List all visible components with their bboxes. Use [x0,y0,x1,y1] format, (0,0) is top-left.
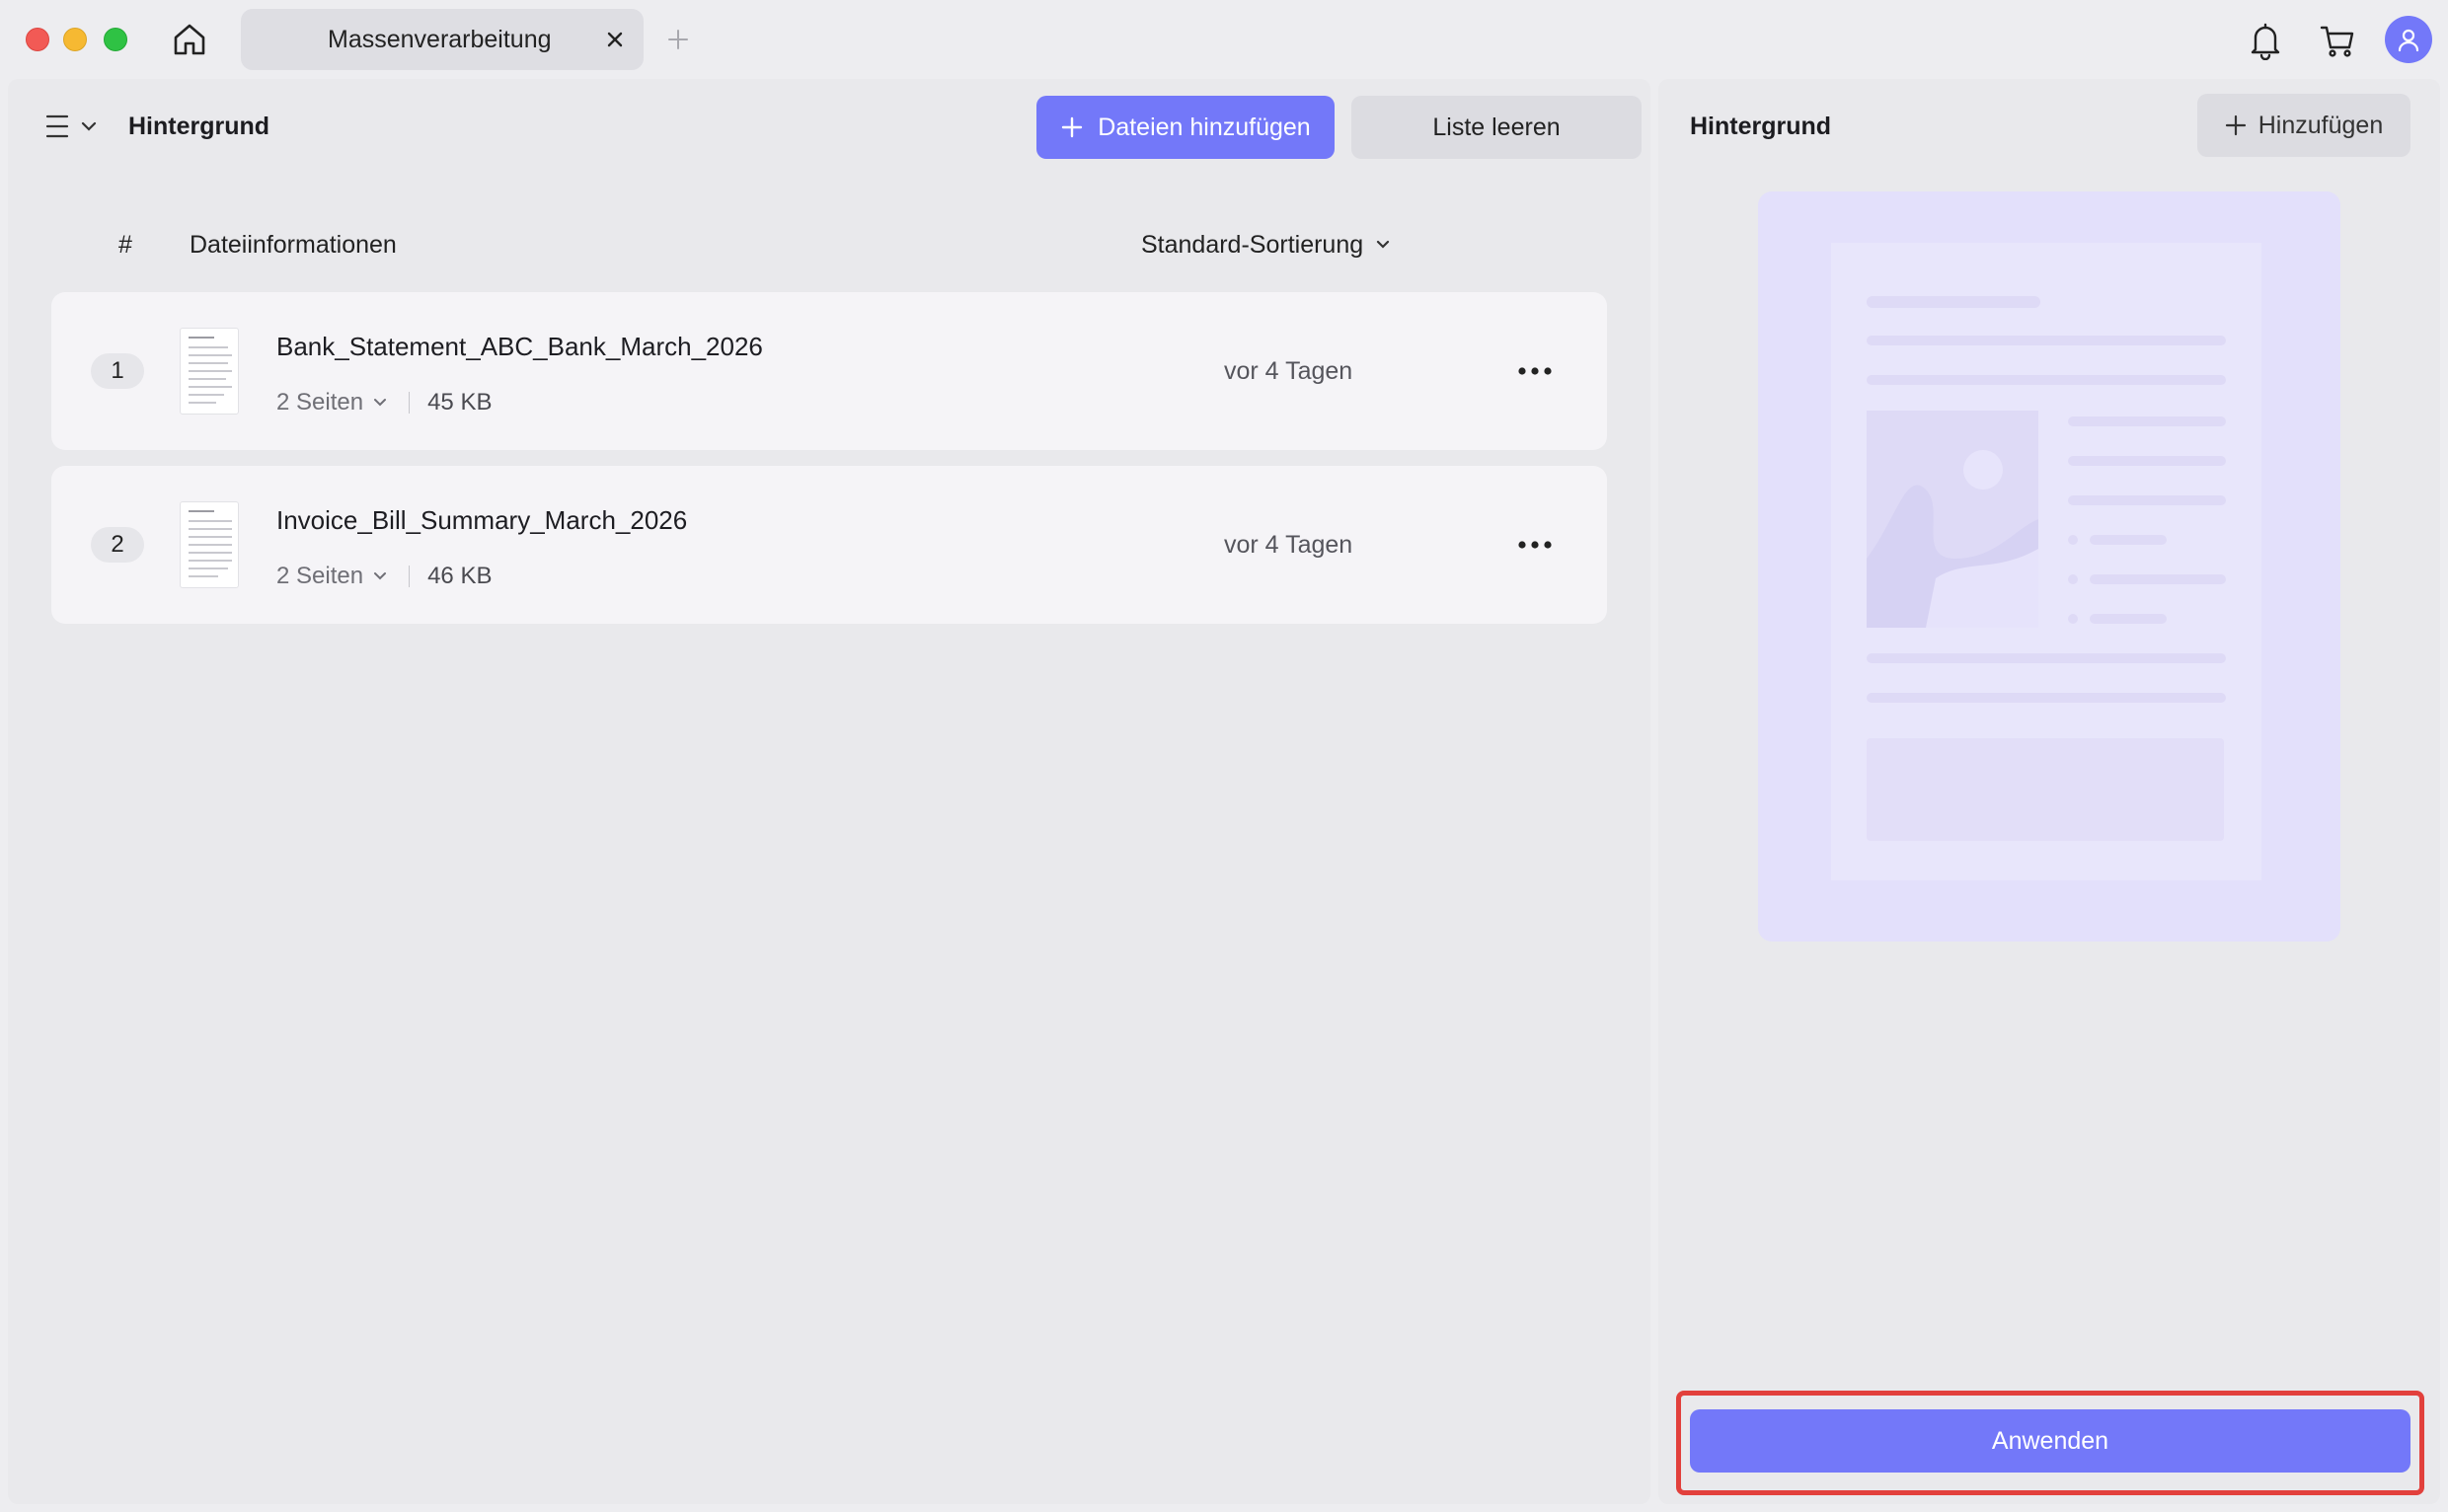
page-count-dropdown[interactable]: 2 Seiten [276,389,387,416]
background-preview [1758,191,2340,942]
sort-dropdown[interactable]: Standard-Sortierung [1141,225,1391,265]
add-files-button[interactable]: Dateien hinzufügen [1036,96,1335,159]
file-date: vor 4 Tagen [1224,531,1353,559]
plus-icon[interactable] [663,22,693,57]
window-minimize-button[interactable] [63,28,87,51]
file-size: 45 KB [427,389,493,416]
file-thumbnail [180,501,239,588]
apply-label: Anwenden [1991,1426,2109,1455]
bell-icon[interactable] [2243,18,2288,63]
file-meta: 2 Seiten 45 KB [276,387,492,418]
more-options-icon[interactable] [1510,525,1560,565]
clear-list-label: Liste leeren [1432,113,1561,141]
divider [409,392,411,414]
apply-button[interactable]: Anwenden [1690,1409,2410,1473]
background-settings-panel: Hintergrund Hinzufügen Anwenden [1658,79,2440,1504]
menu-toggle[interactable] [45,109,97,144]
add-background-label: Hinzufügen [2257,111,2384,139]
divider [409,566,411,587]
window-zoom-button[interactable] [104,28,127,51]
window-close-button[interactable] [26,28,49,51]
menu-icon [45,114,69,138]
file-date: vor 4 Tagen [1224,357,1353,385]
file-thumbnail [180,328,239,415]
image-placeholder-icon [1867,411,2038,628]
plus-icon [1062,116,1083,138]
add-background-button[interactable]: Hinzufügen [2197,94,2410,157]
file-list-panel: Hintergrund Dateien hinzufügen Liste lee… [8,79,1650,1504]
user-icon[interactable] [2385,16,2432,63]
title-bar: Massenverarbeitung [0,0,2448,79]
chevron-down-icon [1377,240,1390,249]
column-header-index: # [118,231,132,259]
plus-icon [2225,114,2246,136]
close-icon[interactable] [600,25,630,54]
list-item[interactable]: 2 Invoice_Bill_Summary_March_2026 2 Seit… [51,466,1607,624]
column-header-file-info: Dateiinformationen [190,231,397,259]
list-header: # Dateiinformationen Standard-Sortierung [8,225,1650,265]
file-size: 46 KB [427,563,493,589]
row-index-badge: 2 [91,527,144,563]
tab-batch-processing[interactable]: Massenverarbeitung [241,9,644,70]
document-placeholder [1831,243,2261,880]
sort-label: Standard-Sortierung [1141,231,1364,259]
tab-label: Massenverarbeitung [328,26,552,53]
page-title: Hintergrund [128,113,270,140]
home-icon[interactable] [168,18,211,61]
page-count: 2 Seiten [276,389,364,416]
more-options-icon[interactable] [1510,351,1560,391]
add-files-label: Dateien hinzufügen [1098,113,1311,141]
file-meta: 2 Seiten 46 KB [276,561,492,592]
page-count-dropdown[interactable]: 2 Seiten [276,563,387,590]
file-name: Bank_Statement_ABC_Bank_March_2026 [276,332,763,361]
panel-title: Hintergrund [1690,113,1832,140]
chevron-down-icon [374,572,387,580]
cart-icon[interactable] [2315,18,2360,63]
list-item[interactable]: 1 Bank_Statement_ABC_Bank_March_2026 2 S… [51,292,1607,450]
file-list-toolbar: Hintergrund Dateien hinzufügen Liste lee… [8,79,1650,176]
chevron-down-icon [374,399,387,407]
chevron-down-icon [81,121,97,131]
file-name: Invoice_Bill_Summary_March_2026 [276,505,688,535]
clear-list-button[interactable]: Liste leeren [1351,96,1642,159]
row-index-badge: 1 [91,353,144,389]
page-count: 2 Seiten [276,563,364,589]
